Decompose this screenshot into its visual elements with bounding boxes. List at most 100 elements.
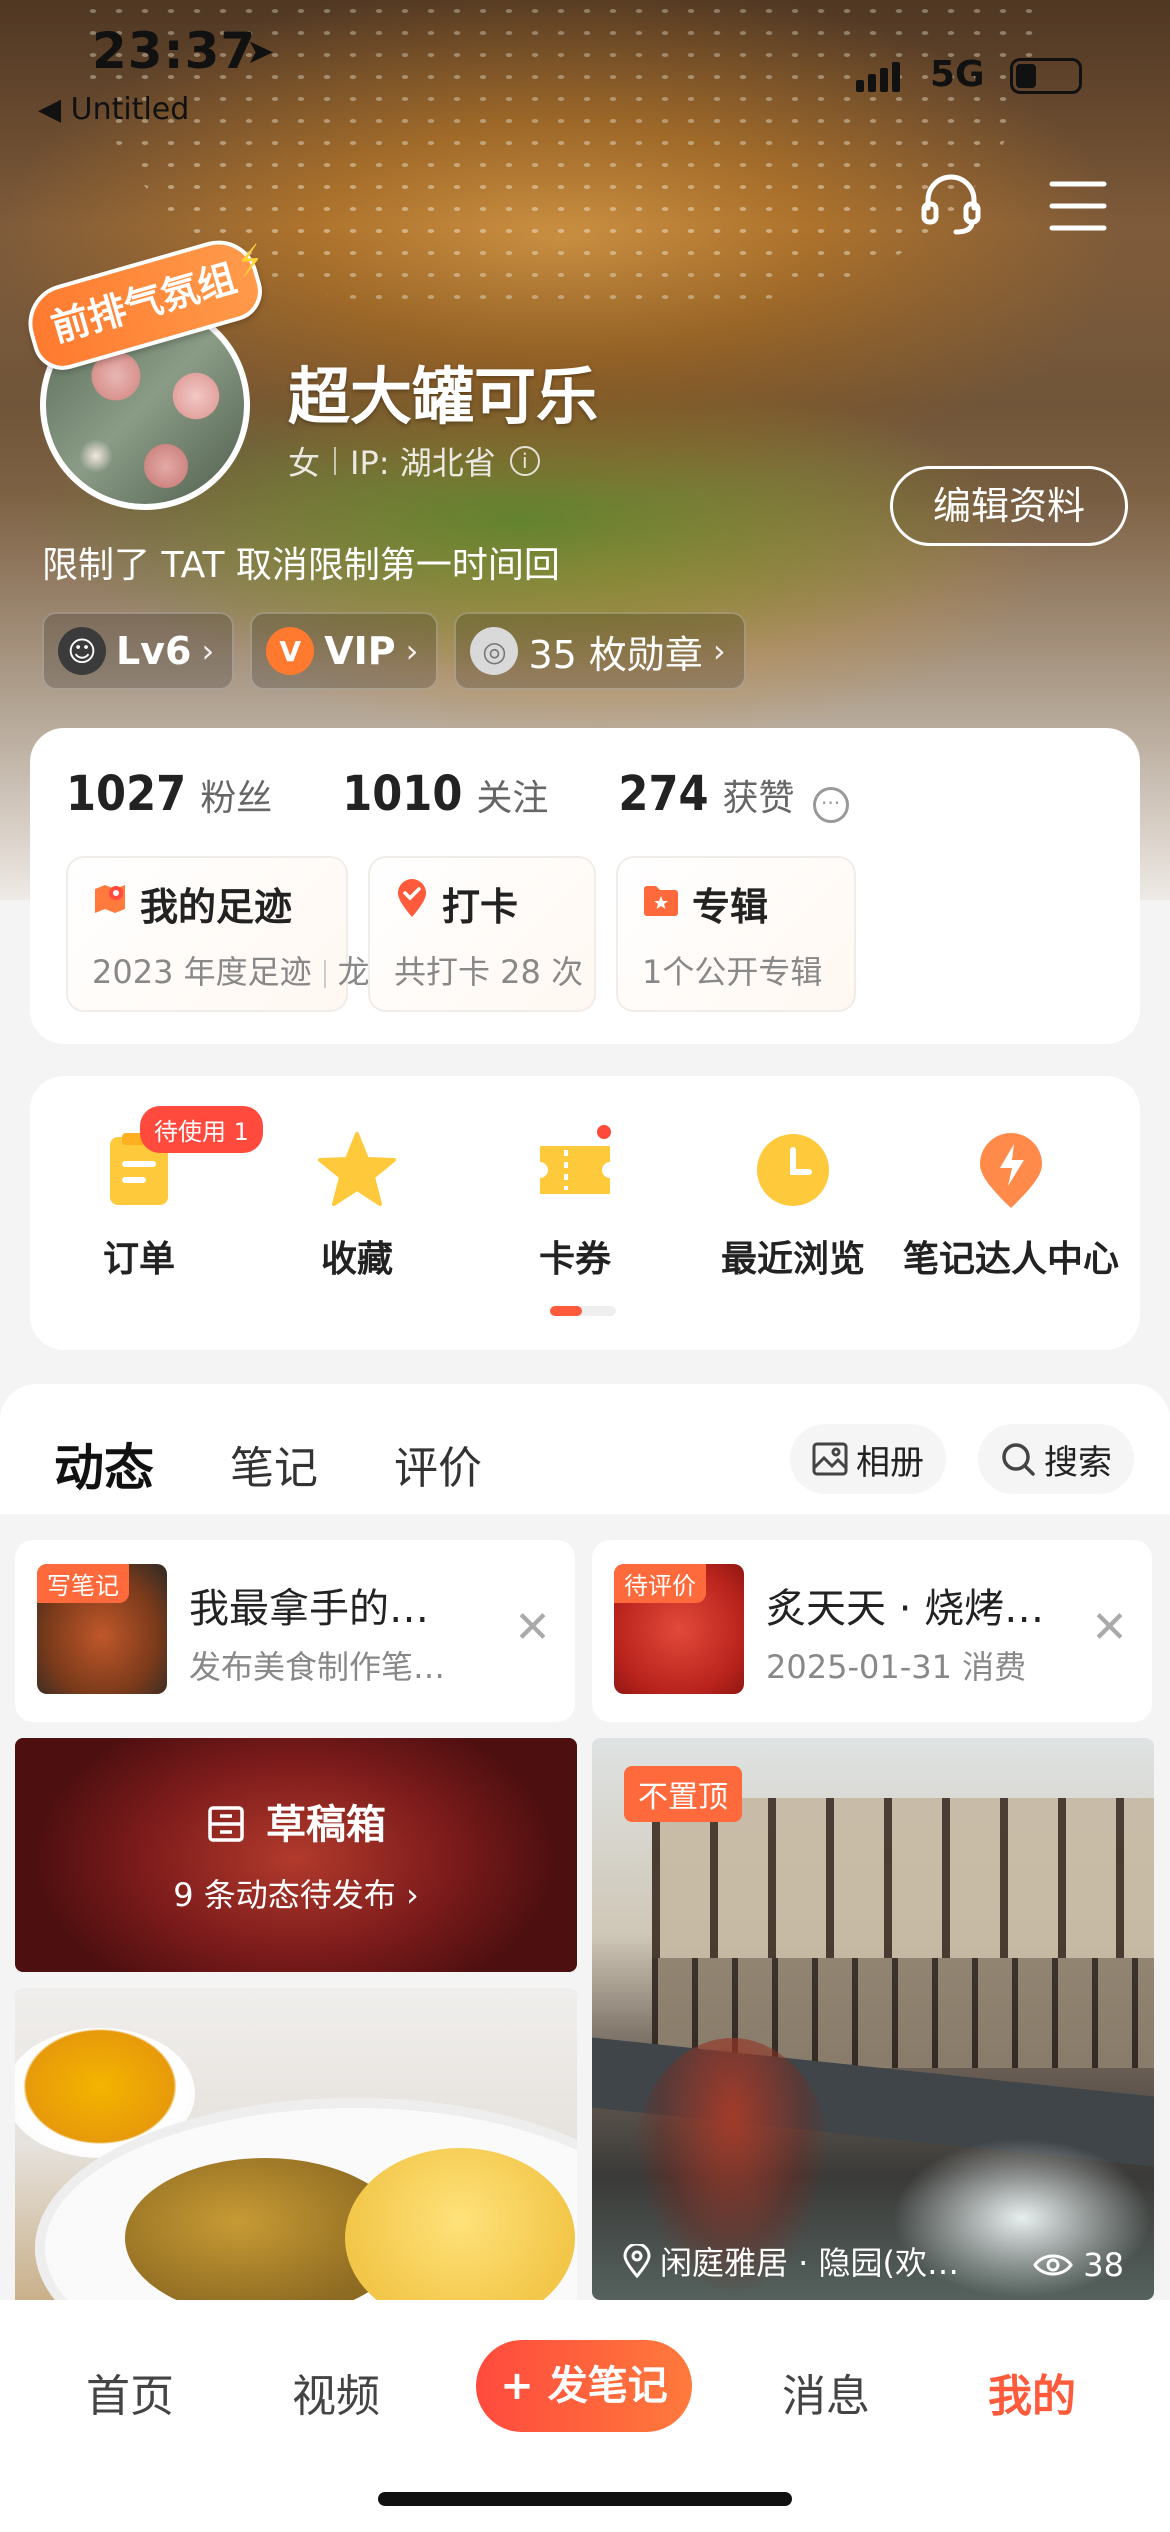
stat-number: 1027 — [66, 766, 187, 822]
food-post-card[interactable] — [15, 1988, 577, 2300]
close-icon[interactable]: ✕ — [514, 1602, 551, 1653]
location-text: 闲庭雅居 · 隐园(欢… — [660, 2244, 960, 2282]
stat-number: 274 — [618, 766, 709, 822]
quick-actions-card: 待使用 1 订单 收藏 卡券 最近浏览 笔记达人中心 — [30, 1076, 1140, 1350]
garden-post-card[interactable]: 不置顶 闲庭雅居 · 隐园(欢… 38 — [592, 1738, 1154, 2300]
tab-reviews[interactable]: 评价 — [394, 1432, 482, 1496]
clock-icon — [751, 1128, 835, 1212]
chevron-right-icon: › — [712, 632, 726, 670]
level-label: Lv6 — [116, 629, 192, 673]
check-pin-icon — [394, 879, 430, 928]
stat-likes[interactable]: 274 获赞 ··· — [618, 766, 849, 823]
drafts-title: 草稿箱 — [15, 1792, 577, 1850]
stats-row: 1027 粉丝 1010 关注 274 获赞 ··· — [66, 766, 849, 823]
drafts-card[interactable]: 草稿箱 9 条动态待发布 › — [15, 1738, 577, 1972]
footprint-tile[interactable]: 我的足迹 2023 年度足迹龙年新春 — [66, 856, 466, 1012]
profile-meta: 女 IP: 湖北省 i — [288, 438, 540, 484]
views-count: 38 — [1083, 2246, 1124, 2284]
checkin-tile[interactable]: 打卡 共打卡 28 次 — [368, 856, 596, 1012]
favorites-entry[interactable]: 收藏 — [248, 1128, 466, 1282]
stat-number: 1010 — [342, 766, 463, 822]
back-to-app-link[interactable]: ◀ Untitled — [38, 92, 189, 127]
divider — [334, 447, 337, 475]
image-icon — [812, 1442, 848, 1476]
album-label: 相册 — [856, 1442, 924, 1483]
quick-label: 笔记达人中心 — [902, 1239, 1119, 1280]
nav-messages[interactable]: 消息 — [782, 2360, 870, 2424]
write-note-card[interactable]: 写笔记 我最拿手的… 发布美食制作笔… ✕ — [15, 1540, 575, 1722]
bio: 限制了 TAT 取消限制第一时间回 — [42, 545, 560, 586]
status-time: 23:37 — [92, 22, 257, 80]
status-bar: 23:37 ➤ ◀ Untitled 5G — [0, 0, 1170, 130]
battery-icon — [1010, 58, 1082, 94]
map-pin-icon — [92, 881, 128, 926]
tab-moments[interactable]: 动态 — [54, 1428, 154, 1506]
folder-star-icon — [642, 882, 680, 926]
medals-label: 35 枚勋章 — [528, 632, 703, 677]
recent-entry[interactable]: 最近浏览 — [684, 1128, 902, 1282]
stat-fans[interactable]: 1027 粉丝 — [66, 766, 272, 822]
post-views: 38 — [1033, 2246, 1124, 2284]
quick-label: 最近浏览 — [720, 1239, 865, 1280]
more-icon[interactable]: ··· — [812, 787, 849, 823]
edit-profile-button[interactable]: 编辑资料 — [890, 466, 1128, 546]
nav-video[interactable]: 视频 — [292, 2360, 380, 2424]
review-thumbnail: 待评价 — [614, 1564, 744, 1694]
gender: 女 — [288, 444, 321, 482]
tab-notes[interactable]: 笔记 — [230, 1432, 318, 1496]
tile-sub: 1个公开专辑 — [642, 953, 823, 991]
post-image-upper — [652, 1798, 1154, 1958]
drafts-count: 9 条动态待发布 › — [173, 1876, 419, 1914]
search-icon — [1002, 1443, 1035, 1476]
tile-title: 我的足迹 — [140, 885, 293, 929]
location-pin-icon — [623, 2244, 651, 2278]
stat-label: 粉丝 — [200, 778, 273, 819]
notification-dot — [594, 1122, 614, 1142]
card-tag: 待评价 — [614, 1564, 706, 1603]
orders-entry[interactable]: 待使用 1 订单 — [30, 1106, 263, 1282]
quick-label: 卡券 — [538, 1239, 611, 1280]
feature-tiles: 我的足迹 2023 年度足迹龙年新春 打卡 共打卡 28 次 专辑 1个公开专辑 — [66, 856, 1140, 1012]
stat-following[interactable]: 1010 关注 — [342, 766, 548, 822]
chevron-right-icon: › — [405, 632, 419, 670]
post-location: 闲庭雅居 · 隐园(欢… — [622, 2238, 982, 2284]
chevron-right-icon: › — [201, 632, 215, 670]
card-title: 我最拿手的… — [189, 1586, 429, 1632]
coupons-entry[interactable]: 卡券 — [466, 1122, 684, 1282]
nav-home[interactable]: 首页 — [86, 2360, 174, 2424]
customer-service-icon[interactable] — [916, 168, 986, 238]
medals-chip[interactable]: ◎ 35 枚勋章 › — [454, 612, 746, 690]
eye-icon — [1033, 2254, 1074, 2276]
creator-center-entry[interactable]: 笔记达人中心 — [902, 1128, 1120, 1282]
album-tile[interactable]: 专辑 1个公开专辑 — [616, 856, 856, 1012]
post-note-button[interactable]: + 发笔记 — [476, 2340, 692, 2432]
lightning-pin-icon — [969, 1128, 1053, 1212]
search-button[interactable]: 搜索 — [978, 1424, 1134, 1494]
info-icon[interactable]: i — [509, 446, 540, 476]
medal-icon: ◎ — [470, 627, 519, 675]
page-indicator-active — [550, 1306, 582, 1316]
nickname: 超大罐可乐 — [288, 360, 599, 433]
home-indicator — [378, 2492, 792, 2506]
star-icon — [315, 1128, 399, 1212]
vip-chip[interactable]: V VIP › — [250, 612, 439, 690]
note-thumbnail: 写笔记 — [37, 1564, 167, 1694]
bottom-tab-bar: 首页 视频 + 发笔记 消息 我的 — [0, 2300, 1170, 2532]
close-icon[interactable]: ✕ — [1091, 1602, 1128, 1653]
nav-mine[interactable]: 我的 — [988, 2360, 1076, 2424]
pending-review-card[interactable]: 待评价 炙天天 · 烧烤… 2025-01-31 消费 ✕ — [592, 1540, 1152, 1722]
signal-icon — [856, 62, 900, 92]
tile-title: 专辑 — [692, 885, 769, 929]
feed-tabs-bar: 动态 笔记 评价 相册 搜索 — [0, 1384, 1170, 1514]
vip-icon: V — [266, 627, 315, 675]
stat-label: 关注 — [476, 778, 549, 819]
divider — [323, 960, 326, 988]
card-subtitle: 发布美食制作笔… — [189, 1648, 446, 1686]
unpinned-tag: 不置顶 — [624, 1766, 742, 1822]
album-button[interactable]: 相册 — [790, 1424, 946, 1494]
draft-box-icon — [208, 1806, 244, 1842]
quick-label: 收藏 — [320, 1239, 393, 1280]
level-chip[interactable]: ☺ Lv6 › — [42, 612, 235, 690]
stat-label: 获赞 — [722, 778, 795, 819]
menu-icon[interactable] — [1048, 178, 1108, 234]
